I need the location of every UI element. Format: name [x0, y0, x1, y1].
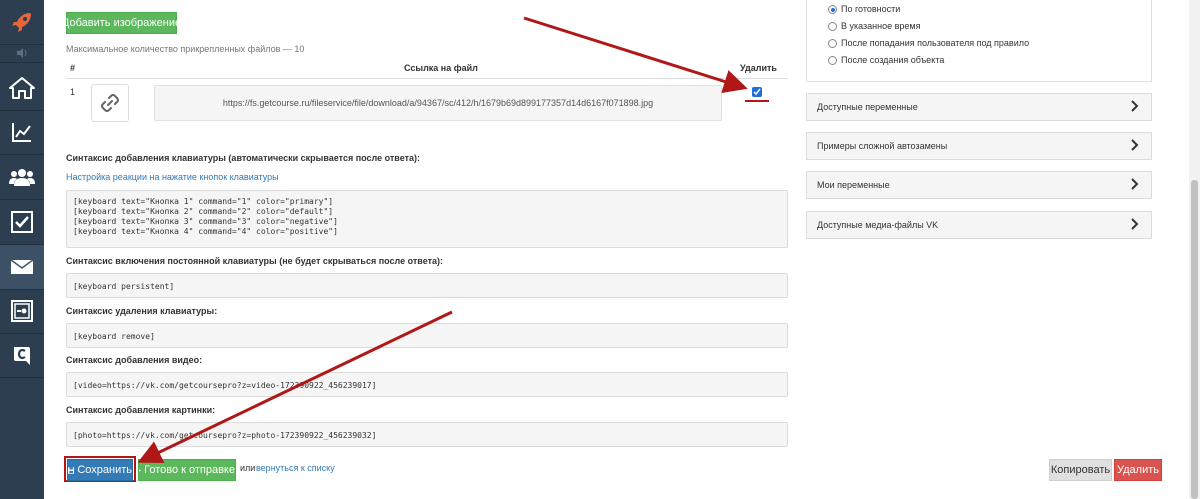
chevron-right-icon	[1131, 178, 1139, 190]
chart-icon	[12, 123, 31, 142]
video-syntax-heading: Синтаксис добавления видео:	[66, 355, 203, 365]
panel-complex-replacement-examples[interactable]: Примеры сложной автозамены	[806, 132, 1152, 160]
link-icon	[101, 94, 119, 112]
panel-label: Примеры сложной автозамены	[817, 141, 948, 151]
send-option-label: После попадания пользователя под правило	[841, 38, 1030, 48]
ready-to-send-label: Готово к отправке	[144, 464, 235, 476]
table-header-divider	[66, 78, 788, 79]
column-delete-header: Удалить	[740, 63, 777, 73]
panel-vk-media-files[interactable]: Доступные медиа-файлы VK	[806, 211, 1152, 239]
image-syntax-code[interactable]: [photo=https://vk.com/getcoursepro?z=pho…	[66, 422, 788, 447]
panel-label: Мои переменные	[817, 180, 890, 190]
rocket-icon	[12, 13, 31, 32]
chevron-right-icon	[1131, 139, 1139, 151]
panel-label: Доступные медиа-файлы VK	[817, 220, 939, 230]
persistent-keyboard-heading: Синтаксис включения постоянной клавиатур…	[66, 256, 444, 266]
chevron-right-icon	[1131, 218, 1139, 230]
chevron-right-icon	[1131, 100, 1139, 112]
panel-my-variables[interactable]: Мои переменные	[806, 171, 1152, 199]
tasks-icon	[11, 211, 33, 233]
send-option-label: После создания объекта	[841, 55, 945, 65]
send-option-label: В указанное время	[841, 21, 921, 31]
file-url-field[interactable]: https://fs.getcourse.ru/fileservice/file…	[154, 85, 722, 121]
checkmark-icon	[753, 88, 761, 96]
play-icon	[139, 468, 142, 472]
video-syntax-code[interactable]: [video=https://vk.com/getcoursepro?z=vid…	[66, 372, 788, 397]
sidebar-item-rocket[interactable]	[0, 0, 44, 44]
scrollbar-thumb[interactable]	[1191, 180, 1198, 499]
row-number: 1	[70, 87, 76, 97]
column-number-header: #	[70, 63, 76, 73]
panel-label: Доступные переменные	[817, 102, 918, 112]
ready-to-send-button[interactable]: Готово к отправке	[138, 459, 236, 481]
keyboard-settings-link[interactable]: Настройка реакции на нажатие кнопок клав…	[66, 172, 279, 182]
getcourse-logo-icon	[14, 347, 30, 365]
remove-keyboard-heading: Синтаксис удаления клавиатуры:	[66, 306, 218, 316]
panel-available-variables[interactable]: Доступные переменные	[806, 93, 1152, 121]
keyboard-code-block[interactable]: [keyboard text="Кнопка 1" command="1" co…	[66, 190, 788, 248]
mail-icon	[11, 260, 33, 274]
keyboard-heading: Синтаксис добавления клавиатуры (автомат…	[66, 153, 421, 163]
floppy-disk-icon	[68, 466, 75, 474]
image-syntax-heading: Синтаксис добавления картинки:	[66, 405, 216, 415]
arrow-to-checkbox	[523, 16, 748, 94]
sidebar-item-tasks[interactable]	[0, 200, 44, 244]
safe-icon	[11, 300, 33, 322]
sidebar-item-mail[interactable]	[0, 245, 44, 289]
radio[interactable]	[828, 21, 837, 31]
sidebar-item-safe[interactable]	[0, 289, 44, 333]
send-option-label: По готовности	[841, 4, 901, 14]
save-button-label: Сохранить	[77, 464, 132, 476]
send-option-object-created[interactable]: После создания объекта	[828, 55, 944, 65]
send-option-ready[interactable]: По готовности	[828, 4, 900, 14]
sidebar-item-getcourse[interactable]	[0, 333, 44, 377]
radio[interactable]	[828, 55, 837, 65]
delete-checkbox[interactable]	[752, 87, 762, 97]
add-image-button[interactable]: Добавить изображение	[62, 12, 181, 34]
file-thumbnail[interactable]	[91, 84, 129, 122]
send-option-scheduled[interactable]: В указанное время	[828, 21, 920, 31]
speaker-icon	[17, 48, 27, 58]
sidebar	[0, 0, 44, 499]
back-to-list-link[interactable]: вернуться к списку	[256, 463, 335, 473]
sidebar-item-stats[interactable]	[0, 110, 44, 154]
home-icon	[9, 77, 35, 99]
save-button[interactable]: Сохранить	[67, 459, 133, 481]
sidebar-item-users[interactable]	[0, 155, 44, 199]
max-files-note: Максимальное количество прикрепленных фа…	[66, 44, 305, 54]
send-option-rule[interactable]: После попадания пользователя под правило	[828, 38, 1029, 48]
checkbox-underline-annotation	[745, 100, 769, 102]
column-link-header: Ссылка на файл	[404, 63, 478, 73]
sidebar-item-speaker[interactable]	[0, 45, 44, 61]
copy-button[interactable]: Копировать	[1049, 459, 1112, 481]
remove-keyboard-code[interactable]: [keyboard remove]	[66, 323, 788, 348]
persistent-keyboard-code[interactable]: [keyboard persistent]	[66, 273, 788, 298]
users-icon	[9, 169, 35, 186]
delete-button[interactable]: Удалить	[1114, 459, 1162, 481]
radio[interactable]	[828, 38, 837, 48]
or-text: или	[240, 463, 256, 473]
radio-selected[interactable]	[828, 4, 837, 14]
sidebar-item-home[interactable]	[0, 66, 44, 110]
